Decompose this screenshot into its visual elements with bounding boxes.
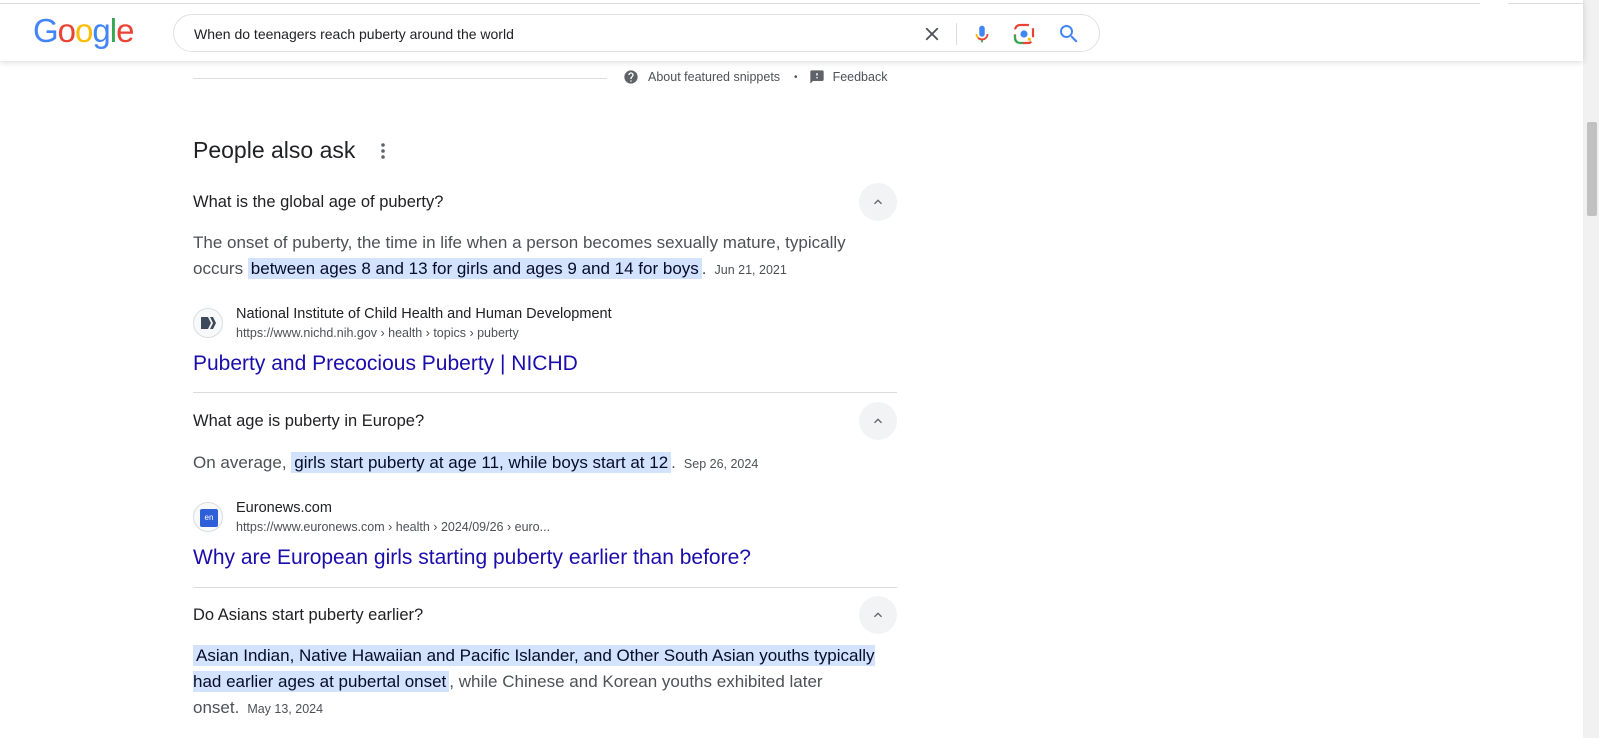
search-icon[interactable] xyxy=(1057,22,1081,46)
answer-text-end: . xyxy=(701,259,707,278)
about-snippets-link[interactable]: About featured snippets xyxy=(648,70,780,84)
chevron-up-icon xyxy=(874,199,882,205)
search-divider xyxy=(956,23,957,45)
clear-icon[interactable] xyxy=(921,23,943,45)
paa-answer-1: The onset of puberty, the time in life w… xyxy=(193,230,897,283)
paa-question-3[interactable]: Do Asians start puberty earlier? xyxy=(193,596,897,636)
collapse-button[interactable] xyxy=(859,402,897,440)
question-text[interactable]: What is the global age of puberty? xyxy=(193,193,443,212)
source-name: National Institute of Child Health and H… xyxy=(236,306,612,322)
google-lens-icon[interactable] xyxy=(1012,22,1036,46)
paa-question-2[interactable]: What age is puberty in Europe? xyxy=(193,402,897,442)
source-url: https://www.nichd.nih.gov › health › top… xyxy=(236,326,519,340)
answer-date: Sep 26, 2024 xyxy=(683,457,759,471)
nichd-favicon xyxy=(193,308,223,338)
euronews-favicon: en xyxy=(193,502,223,532)
snippet-divider xyxy=(193,78,607,79)
result-link-2[interactable]: Why are European girls starting puberty … xyxy=(193,546,751,570)
paa-answer-2: On average, girls start puberty at age 1… xyxy=(193,450,897,477)
answer-highlight: between ages 8 and 13 for girls and ages… xyxy=(247,258,702,279)
paa-question-1[interactable]: What is the global age of puberty? xyxy=(193,183,897,223)
footer-separator: • xyxy=(794,71,798,83)
question-divider xyxy=(193,587,897,588)
answer-date: Jun 21, 2021 xyxy=(714,263,787,277)
help-icon[interactable] xyxy=(623,69,639,85)
source-1[interactable]: National Institute of Child Health and H… xyxy=(193,306,612,340)
chevron-up-icon xyxy=(874,418,882,424)
source-2[interactable]: en Euronews.com https://www.euronews.com… xyxy=(193,500,550,534)
answer-date: May 13, 2024 xyxy=(247,702,324,716)
chevron-up-icon xyxy=(874,612,882,618)
euronews-logo: en xyxy=(200,509,218,527)
answer-text-end: . xyxy=(671,453,676,472)
top-rule-right xyxy=(1508,3,1583,4)
top-rule xyxy=(0,3,1480,4)
answer-highlight: girls start puberty at age 11, while boy… xyxy=(291,452,672,473)
snippet-footer: About featured snippets • Feedback xyxy=(623,69,887,85)
more-options-icon[interactable] xyxy=(376,140,390,162)
question-text[interactable]: What age is puberty in Europe? xyxy=(193,412,424,431)
paa-title: People also ask xyxy=(193,137,356,163)
search-header: Google When do teenagers reach puberty a… xyxy=(0,0,1583,61)
feedback-icon[interactable] xyxy=(809,69,825,85)
question-divider xyxy=(193,392,897,393)
search-box[interactable]: When do teenagers reach puberty around t… xyxy=(173,14,1100,52)
collapse-button[interactable] xyxy=(859,596,897,634)
question-text[interactable]: Do Asians start puberty earlier? xyxy=(193,606,423,625)
paa-answer-3: Asian Indian, Native Hawaiian and Pacifi… xyxy=(193,643,897,722)
feedback-link[interactable]: Feedback xyxy=(833,70,888,84)
google-logo[interactable]: Google xyxy=(33,14,134,47)
microphone-icon[interactable] xyxy=(971,22,993,46)
scrollbar-thumb[interactable] xyxy=(1587,122,1597,216)
result-link-1[interactable]: Puberty and Precocious Puberty | NICHD xyxy=(193,352,578,376)
collapse-button[interactable] xyxy=(859,183,897,221)
answer-text: On average, xyxy=(193,453,292,472)
search-input[interactable]: When do teenagers reach puberty around t… xyxy=(194,26,514,42)
source-url: https://www.euronews.com › health › 2024… xyxy=(236,520,551,534)
source-name: Euronews.com xyxy=(236,500,332,516)
scrollbar[interactable] xyxy=(1583,0,1599,738)
